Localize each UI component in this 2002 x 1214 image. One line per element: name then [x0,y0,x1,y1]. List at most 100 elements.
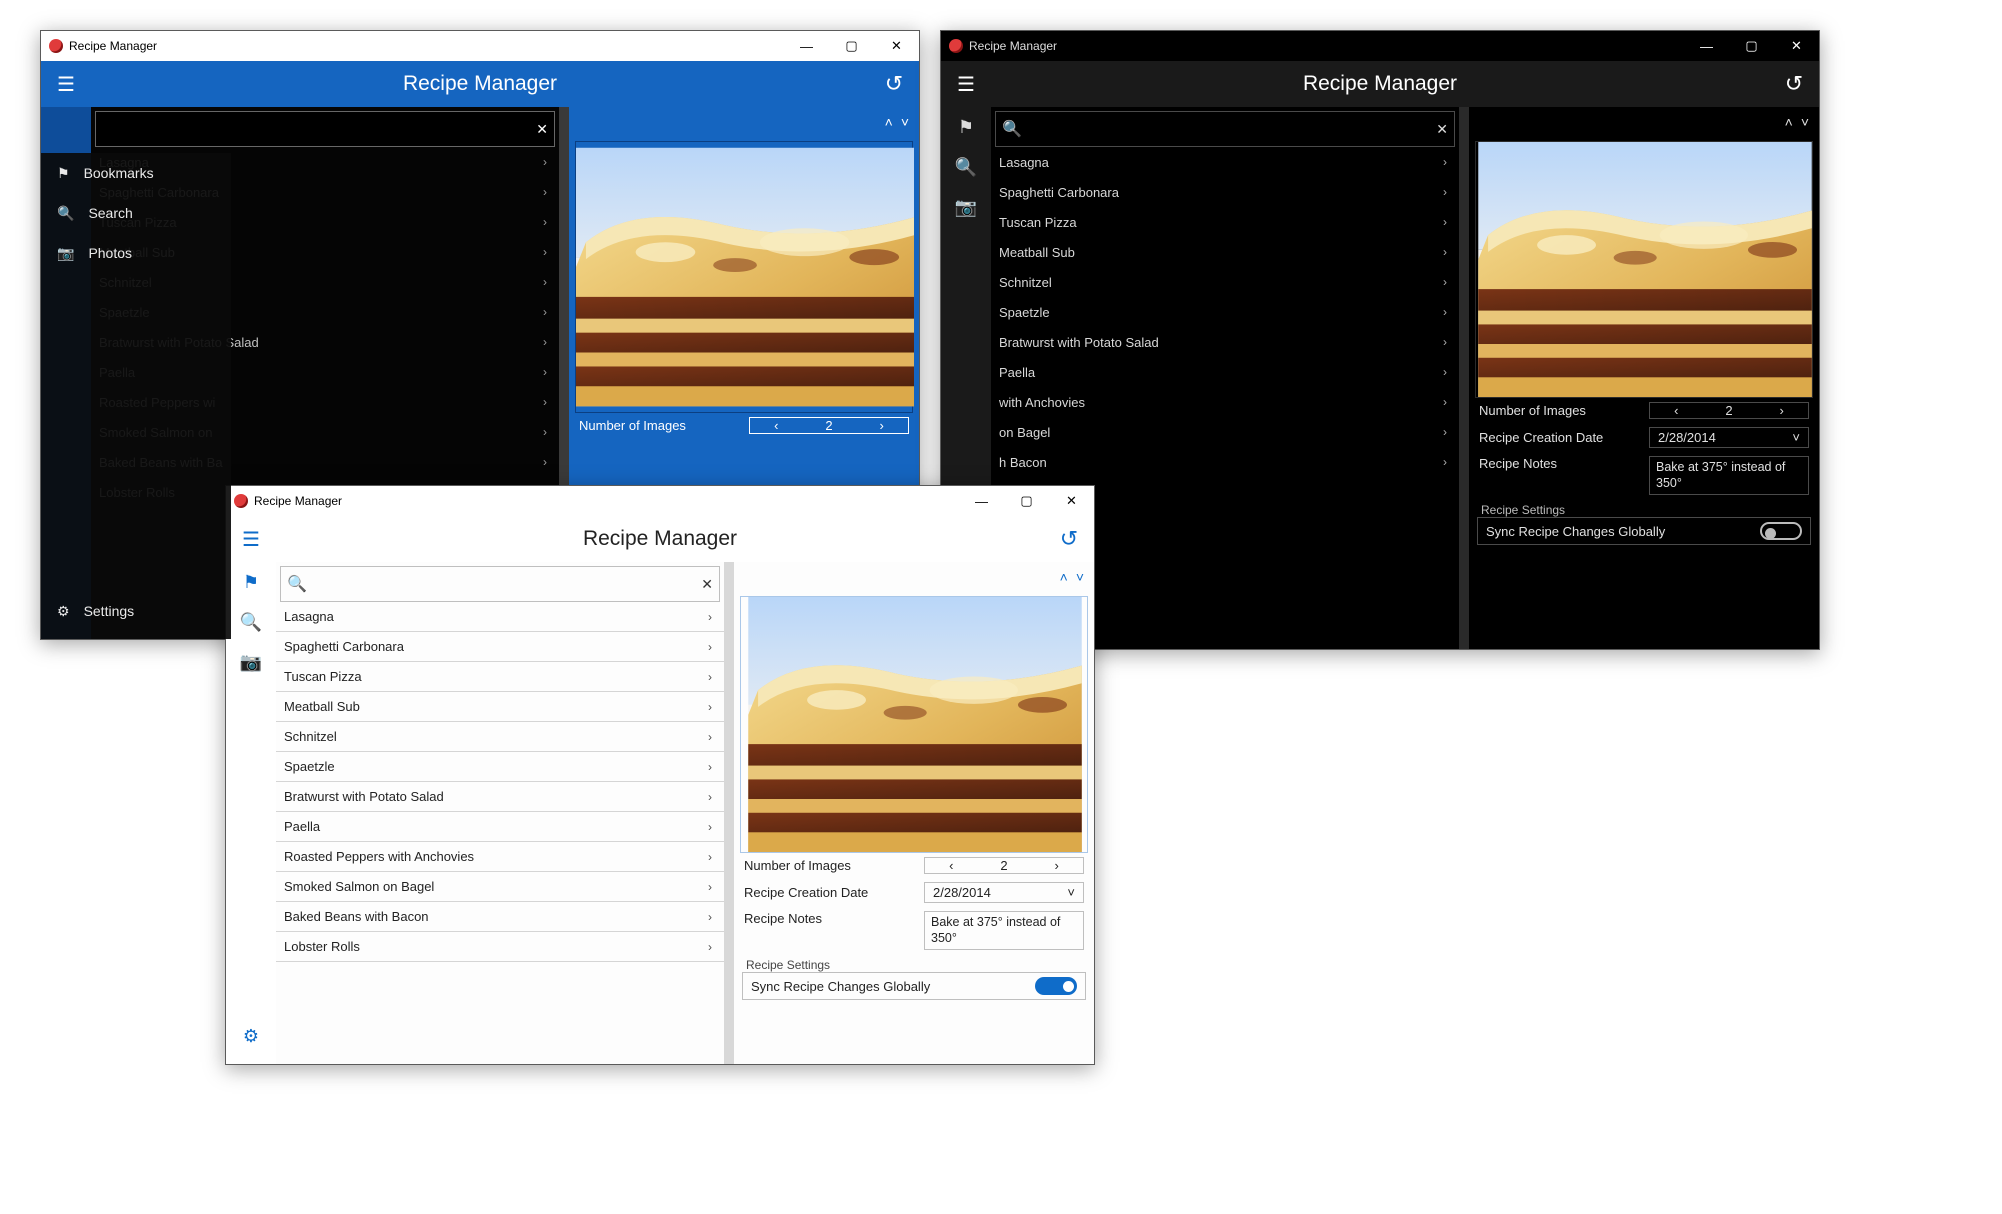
search-icon: 🔍 [57,205,74,222]
recipe-item[interactable]: Meatball Sub› [276,692,724,722]
header-title: Recipe Manager [276,527,1044,551]
nav-settings[interactable]: ⚙ [226,1016,276,1056]
prev-record-button[interactable]: ˄ [1785,114,1793,130]
notes-textarea[interactable]: Bake at 375° instead of 350° [924,911,1084,950]
recipe-item[interactable]: Lobster Rolls› [276,932,724,962]
flag-icon: ⚑ [958,117,974,138]
chevron-right-icon[interactable]: › [1755,403,1808,418]
nav-photos[interactable]: 📷 [941,187,991,227]
refresh-button[interactable]: ↺ [869,61,919,107]
header-title: Recipe Manager [991,72,1769,96]
close-button[interactable]: ✕ [1049,486,1094,516]
clear-icon[interactable]: ✕ [536,121,548,138]
flag-icon: ⚑ [57,165,70,182]
recipe-item[interactable]: Spaetzle› [991,297,1459,327]
minimize-button[interactable]: — [959,486,1004,516]
recipe-item[interactable]: Lasagna› [276,602,724,632]
sync-label: Sync Recipe Changes Globally [1486,524,1665,539]
sync-toggle[interactable] [1035,977,1077,995]
recipe-item[interactable]: h Bacon› [991,447,1459,477]
recipe-item[interactable]: on Bagel› [991,417,1459,447]
creation-date-picker[interactable]: 2/28/2014 ˅ [924,882,1084,903]
num-images-label: Number of Images [744,858,924,873]
refresh-button[interactable]: ↺ [1769,61,1819,107]
refresh-button[interactable]: ↺ [1044,516,1094,562]
search-input[interactable]: 🔍 ✕ [280,566,720,602]
chevron-left-icon[interactable]: ‹ [750,418,803,433]
recipe-item[interactable]: Bratwurst with Potato Salad› [991,327,1459,357]
flag-icon: ⚑ [243,572,259,593]
recipe-item[interactable]: Spaghetti Carbonara› [276,632,724,662]
sync-toggle[interactable] [1760,522,1802,540]
scrollbar[interactable] [724,562,734,1064]
notes-textarea[interactable]: Bake at 375° instead of 350° [1649,456,1809,495]
titlebar: Recipe Manager — ▢ ✕ [941,31,1819,61]
maximize-button[interactable]: ▢ [1729,31,1774,61]
next-record-button[interactable]: ˅ [901,114,909,130]
hamburger-button[interactable]: ☰ [41,61,91,107]
recipe-item[interactable]: Paella› [991,357,1459,387]
maximize-button[interactable]: ▢ [829,31,874,61]
nav-bookmarks[interactable]: ⚑ [941,107,991,147]
app-title: Recipe Manager [969,39,1057,53]
chevron-left-icon[interactable]: ‹ [1650,403,1703,418]
maximize-button[interactable]: ▢ [1004,486,1049,516]
prev-record-button[interactable]: ˄ [1060,569,1068,585]
creation-date-picker[interactable]: 2/28/2014 ˅ [1649,427,1809,448]
nav-photos[interactable]: 📷 Photos [41,233,231,273]
recipe-item[interactable]: Roasted Peppers with Anchovies› [276,842,724,872]
nav-bookmarks[interactable]: ⚑ [226,562,276,602]
recipe-item[interactable]: Baked Beans with Bacon› [276,902,724,932]
camera-icon: 📷 [955,197,977,218]
chevron-right-icon[interactable]: › [855,418,908,433]
scrollbar[interactable] [1459,107,1469,649]
clear-icon[interactable]: ✕ [1436,121,1448,138]
num-images-stepper[interactable]: ‹ 2 › [749,417,909,434]
recipe-item[interactable]: Tuscan Pizza› [276,662,724,692]
hamburger-button[interactable]: ☰ [941,61,991,107]
hamburger-button[interactable]: ☰ [226,516,276,562]
minimize-button[interactable]: — [784,31,829,61]
recipe-item[interactable]: with Anchovies› [991,387,1459,417]
titlebar: Recipe Manager — ▢ ✕ [226,486,1094,516]
close-button[interactable]: ✕ [1774,31,1819,61]
nav-search[interactable]: 🔍 [941,147,991,187]
next-record-button[interactable]: ˅ [1076,569,1084,585]
recipe-item[interactable]: Schnitzel› [276,722,724,752]
close-button[interactable]: ✕ [874,31,919,61]
nav-settings[interactable]: ⚙ Settings [41,591,231,631]
camera-icon: 📷 [57,245,74,262]
search-input[interactable]: ✕ [95,111,555,147]
recipe-item[interactable]: Paella› [276,812,724,842]
nav-search[interactable]: 🔍 Search [41,193,231,233]
recipe-item[interactable]: Schnitzel› [991,267,1459,297]
recipe-item[interactable]: Spaghetti Carbonara› [991,177,1459,207]
recipe-item[interactable]: Lasagna› [991,147,1459,177]
next-record-button[interactable]: ˅ [1801,114,1809,130]
recipe-image [575,141,913,413]
search-input[interactable]: 🔍 ✕ [995,111,1455,147]
app-title: Recipe Manager [69,39,157,53]
search-icon: 🔍 [240,612,262,633]
recipe-item[interactable]: Smoked Salmon on Bagel› [276,872,724,902]
minimize-button[interactable]: — [1684,31,1729,61]
nav-search[interactable]: 🔍 [226,602,276,642]
num-images-stepper[interactable]: ‹ 2 › [924,857,1084,874]
num-images-label: Number of Images [579,418,749,433]
creation-date-label: Recipe Creation Date [744,885,924,900]
titlebar: Recipe Manager — ▢ ✕ [41,31,919,61]
chevron-right-icon[interactable]: › [1030,858,1083,873]
nav-bookmarks[interactable]: ⚑ Bookmarks [41,153,231,193]
recipe-item[interactable]: Tuscan Pizza› [991,207,1459,237]
nav-flyout: ⚑ Bookmarks 🔍 Search 📷 Photos ⚙ Settings [41,153,231,639]
recipe-item[interactable]: Spaetzle› [276,752,724,782]
recipe-item[interactable]: Bratwurst with Potato Salad› [276,782,724,812]
chevron-left-icon[interactable]: ‹ [925,858,978,873]
clear-icon[interactable]: ✕ [701,576,713,593]
num-images-label: Number of Images [1479,403,1649,418]
nav-photos[interactable]: 📷 [226,642,276,682]
recipe-item[interactable]: Meatball Sub› [991,237,1459,267]
prev-record-button[interactable]: ˄ [885,114,893,130]
num-images-stepper[interactable]: ‹ 2 › [1649,402,1809,419]
chevron-down-icon: ˅ [1792,430,1800,445]
